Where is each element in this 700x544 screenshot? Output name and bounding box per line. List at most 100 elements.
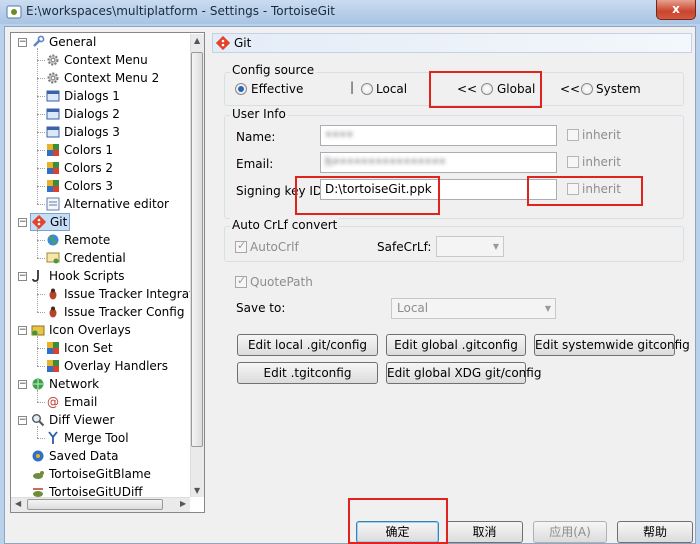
tree-item-colors-1[interactable]: Colors 1 <box>45 141 113 159</box>
annotation-box-global <box>429 71 542 108</box>
magnifier-icon <box>30 412 46 428</box>
name-value: •••• <box>325 128 354 142</box>
horizontal-scroll-thumb[interactable] <box>27 499 163 510</box>
edit-local-config-button[interactable]: Edit local .git/config <box>237 334 378 356</box>
tree-item-email[interactable]: @ Email <box>45 393 97 411</box>
edit-global-config-button[interactable]: Edit global .gitconfig <box>386 334 526 356</box>
blame-icon <box>30 466 46 482</box>
palette-icon <box>45 340 61 356</box>
tree-item-saved-data[interactable]: Saved Data <box>30 447 119 465</box>
tree-item-hook-scripts[interactable]: Hook Scripts <box>30 267 125 285</box>
bug-icon <box>45 304 61 320</box>
system-radio[interactable] <box>581 83 593 95</box>
tree-item-label: Credential <box>64 251 126 265</box>
dialog-icon <box>45 88 61 104</box>
tree-item-label: Saved Data <box>49 449 119 463</box>
tree-connector <box>37 258 45 259</box>
tree-item-alternative-editor[interactable]: Alternative editor <box>45 195 169 213</box>
tree-item-colors-2[interactable]: Colors 2 <box>45 159 113 177</box>
system-label: System <box>596 82 641 96</box>
tree-item-label: Dialogs 1 <box>64 89 120 103</box>
tree-item-label: Git <box>50 215 68 229</box>
tree-item-label: Alternative editor <box>64 197 169 211</box>
quotepath-label: QuotePath <box>250 275 313 289</box>
tree-item-label: Icon Set <box>64 341 113 355</box>
network-icon <box>30 376 46 392</box>
vertical-scroll-thumb[interactable] <box>191 52 203 447</box>
palette-icon <box>45 160 61 176</box>
tree-collapse-toggle[interactable]: − <box>18 38 27 47</box>
tree-item-dialogs-2[interactable]: Dialogs 2 <box>45 105 120 123</box>
tree-collapse-toggle[interactable]: − <box>18 326 27 335</box>
tree-item-issue-tracker-integrati[interactable]: Issue Tracker Integrati <box>45 285 197 303</box>
hook-icon <box>30 268 46 284</box>
local-radio[interactable] <box>361 83 373 95</box>
scroll-right-arrow-icon[interactable]: ▶ <box>180 499 186 508</box>
tree-item-label: Issue Tracker Integrati <box>64 287 198 301</box>
tree-collapse-toggle[interactable]: − <box>18 416 27 425</box>
gear-icon <box>45 52 61 68</box>
safecrlf-combo[interactable]: ▼ <box>436 236 504 257</box>
tree-connector <box>37 348 45 349</box>
close-button[interactable]: x <box>656 0 696 20</box>
scroll-left-arrow-icon[interactable]: ◀ <box>15 499 21 508</box>
panel-title: Git <box>234 36 252 50</box>
tree-item-credential[interactable]: Credential <box>45 249 126 267</box>
cancel-button[interactable]: 取消 <box>446 521 523 543</box>
window-title: E:\workspaces\multiplatform - Settings -… <box>26 4 335 18</box>
scroll-up-arrow-icon[interactable]: ▲ <box>194 36 200 45</box>
email-input[interactable]: h•••••••••••••••• <box>320 152 557 173</box>
tree-item-overlay-handlers[interactable]: Overlay Handlers <box>45 357 168 375</box>
edit-system-config-button[interactable]: Edit systemwide gitconfig <box>534 334 690 356</box>
tree-item-general[interactable]: General <box>30 33 96 51</box>
svg-text:@: @ <box>47 395 59 409</box>
tree-item-issue-tracker-config[interactable]: Issue Tracker Config <box>45 303 184 321</box>
tree-item-icon-overlays[interactable]: Icon Overlays <box>30 321 131 339</box>
palette-icon <box>45 178 61 194</box>
safecrlf-label: SafeCrLf: <box>377 240 432 254</box>
git-icon <box>215 35 231 51</box>
globe-icon <box>45 232 61 248</box>
tree-item-merge-tool[interactable]: Merge Tool <box>45 429 129 447</box>
quotepath-checkbox[interactable] <box>235 274 247 288</box>
user-info-label: User Info <box>230 107 288 121</box>
save-to-combo[interactable]: Local ▼ <box>391 298 556 319</box>
certificate-icon <box>45 250 61 266</box>
autocrlf-checkbox[interactable] <box>235 239 247 253</box>
tree-connector <box>37 366 45 367</box>
settings-tree[interactable]: General − Context Menu Context Menu 2 Dialog… <box>10 32 205 513</box>
tree-collapse-toggle[interactable]: − <box>18 272 27 281</box>
tree-item-label: Dialogs 2 <box>64 107 120 121</box>
edit-xdg-config-button[interactable]: Edit global XDG git/config <box>386 362 541 384</box>
name-input[interactable]: •••• <box>320 125 557 146</box>
name-inherit-checkbox[interactable] <box>567 129 579 141</box>
apply-button[interactable]: 应用(A) <box>533 521 607 543</box>
tree-connector <box>37 438 45 439</box>
tree-collapse-toggle[interactable]: − <box>18 218 27 227</box>
annotation-box-signing-key <box>295 176 440 215</box>
edit-tgitconfig-button[interactable]: Edit .tgitconfig <box>237 362 378 384</box>
tree-item-context-menu-2[interactable]: Context Menu 2 <box>45 69 159 87</box>
name-label: Name: <box>236 130 276 144</box>
annotation-box-inherit <box>527 176 643 206</box>
tree-item-diff-viewer[interactable]: Diff Viewer <box>30 411 114 429</box>
save-to-label: Save to: <box>236 301 286 315</box>
tree-item-network[interactable]: Network <box>30 375 99 393</box>
tree-item-tortoisegitblame[interactable]: TortoiseGitBlame <box>30 465 151 483</box>
tree-collapse-toggle[interactable]: − <box>18 380 27 389</box>
help-button[interactable]: 帮助 <box>617 521 693 543</box>
merge-icon <box>45 430 61 446</box>
tree-item-label: General <box>49 35 97 49</box>
scroll-down-arrow-icon[interactable]: ▼ <box>194 486 200 495</box>
tree-item-dialogs-3[interactable]: Dialogs 3 <box>45 123 120 141</box>
tree-item-dialogs-1[interactable]: Dialogs 1 <box>45 87 120 105</box>
tree-connector <box>37 132 45 133</box>
tree-item-context-menu[interactable]: Context Menu <box>45 51 148 69</box>
tree-item-icon-set[interactable]: Icon Set <box>45 339 113 357</box>
email-inherit-checkbox[interactable] <box>567 156 579 168</box>
effective-radio[interactable] <box>235 83 247 95</box>
tree-item-label: Overlay Handlers <box>64 359 168 373</box>
tree-connector <box>37 336 38 366</box>
tree-item-colors-3[interactable]: Colors 3 <box>45 177 113 195</box>
tree-item-remote[interactable]: Remote <box>45 231 110 249</box>
